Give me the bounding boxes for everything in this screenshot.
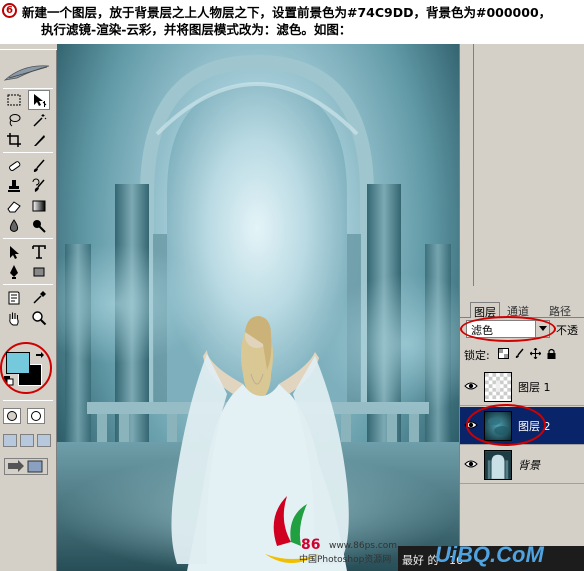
foreground-color-swatch[interactable] — [6, 352, 30, 374]
crop-icon — [7, 133, 21, 147]
highlight-circle-blend-mode — [460, 316, 556, 342]
healing-brush-tool[interactable] — [3, 156, 25, 176]
instruction-text-line-2: 执行滤镜-渲染-云彩，并将图层模式改为：滤色。如图： — [41, 22, 352, 37]
layer-thumbnail-transparent — [484, 372, 512, 402]
stamp-icon — [8, 180, 20, 192]
watermark-site-name: 中国Photoshop资源网 — [299, 555, 392, 565]
notes-tool[interactable] — [3, 288, 25, 308]
shape-tool[interactable] — [28, 262, 50, 282]
dodge-tool[interactable] — [28, 216, 50, 236]
history-brush-tool[interactable] — [28, 176, 50, 196]
panel-tabs: 图层 通道 路径 — [460, 300, 584, 319]
pen-nib-icon — [10, 265, 18, 279]
marquee-icon — [7, 94, 21, 106]
lock-label: 锁定: — [464, 349, 490, 362]
path-select-arrow-icon — [10, 246, 19, 259]
photoshop-feather-icon[interactable] — [3, 60, 53, 84]
full-screen-menu-mode-button[interactable] — [20, 434, 34, 447]
step-number-badge: 6 — [2, 3, 17, 18]
brush-icon — [33, 159, 45, 172]
layers-panel: 图层 通道 路径 滤色 不透 锁定: 图层 1 图层 2 背景 — [459, 286, 584, 546]
toolbox-divider — [3, 88, 53, 89]
gradient-icon — [32, 200, 46, 212]
marquee-tool[interactable] — [3, 90, 25, 110]
bandage-icon — [9, 161, 21, 172]
lock-position-move-icon[interactable] — [530, 348, 541, 359]
opacity-label: 不透 — [556, 324, 578, 337]
layer-thumbnail-arch — [484, 450, 512, 480]
slice-knife-icon — [34, 135, 45, 146]
layer-name: 背景 — [518, 459, 540, 472]
document-canvas[interactable]: 86 www.86ps.com 中国Photoshop资源网 — [57, 44, 459, 571]
magic-wand-icon — [33, 114, 47, 127]
crop-tool[interactable] — [3, 130, 25, 150]
move-tool[interactable] — [28, 90, 50, 110]
toolbox — [0, 44, 57, 571]
lock-image-brush-icon[interactable] — [514, 348, 525, 359]
instruction-header: 6 新建一个图层，放于背景层之上人物层之下，设置前景色为#74C9DD，背景色为… — [0, 0, 584, 44]
eyedropper-icon — [33, 291, 46, 304]
toolbox-divider — [3, 284, 53, 285]
lasso-tool[interactable] — [3, 110, 25, 130]
hand-icon — [9, 312, 19, 326]
right-panel-dock — [459, 44, 584, 286]
quick-mask-mode-button[interactable] — [27, 408, 45, 424]
hand-tool[interactable] — [3, 308, 25, 328]
tab-paths[interactable]: 路径 — [546, 302, 574, 318]
layer-row-layer-1[interactable]: 图层 1 — [460, 368, 584, 406]
blur-tool[interactable] — [3, 216, 25, 236]
eraser-icon — [7, 201, 21, 213]
eyedropper-tool[interactable] — [28, 288, 50, 308]
type-t-icon — [32, 245, 46, 259]
brush-tool[interactable] — [28, 156, 50, 176]
type-tool[interactable] — [28, 242, 50, 262]
lasso-icon — [9, 114, 21, 127]
layer-name: 图层 1 — [518, 381, 551, 394]
standard-screen-mode-button[interactable] — [3, 434, 17, 447]
visibility-eye-icon[interactable] — [464, 380, 478, 392]
layer-row-background[interactable]: 背景 — [460, 446, 584, 484]
toolbox-divider — [3, 152, 53, 153]
highlight-circle-layer-2 — [466, 404, 546, 446]
water-drop-icon — [9, 219, 19, 232]
notes-icon — [8, 291, 20, 305]
visibility-eye-icon[interactable] — [464, 458, 478, 470]
rectangle-shape-icon — [33, 267, 45, 277]
vertical-scrollbar[interactable] — [460, 44, 474, 286]
toolbox-divider — [3, 400, 53, 401]
gradient-tool[interactable] — [28, 196, 50, 216]
jump-to-imageready-icon[interactable] — [4, 458, 48, 475]
history-brush-icon — [32, 178, 45, 192]
move-arrow-icon — [34, 94, 47, 107]
uibq-watermark: UiBQ.CoM — [435, 542, 544, 567]
pen-tool[interactable] — [3, 262, 25, 282]
slice-tool[interactable] — [28, 130, 50, 150]
path-selection-tool[interactable] — [3, 242, 25, 262]
lock-transparency-icon[interactable] — [498, 348, 509, 359]
magic-wand-tool[interactable] — [28, 110, 50, 130]
eraser-tool[interactable] — [3, 196, 25, 216]
dodge-icon — [33, 220, 46, 233]
clone-stamp-tool[interactable] — [3, 176, 25, 196]
toolbox-divider — [3, 238, 53, 239]
zoom-tool[interactable] — [28, 308, 50, 328]
lock-all-padlock-icon[interactable] — [546, 348, 557, 359]
full-screen-mode-button[interactable] — [37, 434, 51, 447]
watermark-url: www.86ps.com — [329, 541, 398, 551]
standard-mode-button[interactable] — [3, 408, 21, 424]
watermark-86-text: 86 — [301, 537, 321, 553]
toolbox-title-bar[interactable] — [0, 44, 57, 50]
magnifier-icon — [32, 311, 47, 326]
